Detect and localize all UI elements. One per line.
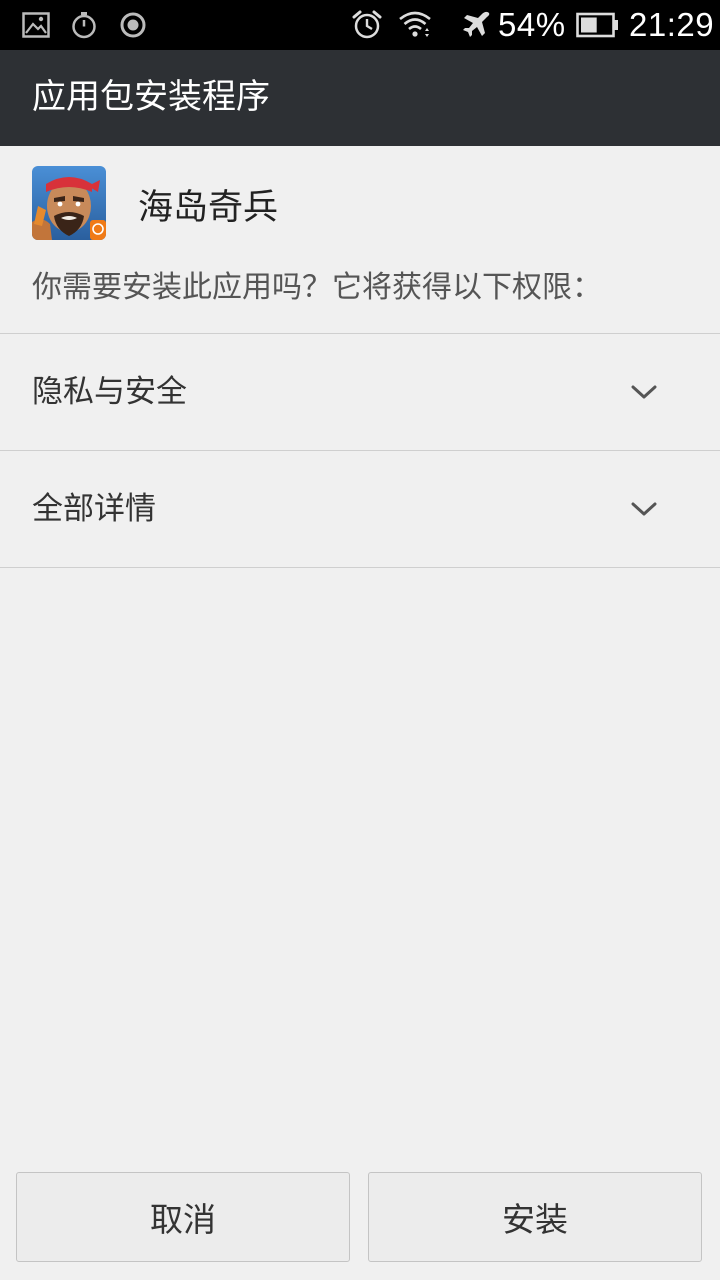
gallery-icon: [22, 11, 50, 39]
record-icon: [119, 11, 147, 39]
install-button[interactable]: 安装: [368, 1172, 702, 1262]
divider: [0, 567, 720, 568]
chevron-down-icon[interactable]: [630, 378, 658, 406]
install-question: 你需要安装此应用吗？它将获得以下权限：: [32, 270, 602, 305]
airplane-icon: [462, 11, 492, 39]
section-label: 全部详情: [32, 491, 156, 527]
section-label: 隐私与安全: [32, 374, 187, 410]
cancel-button[interactable]: 取消: [16, 1172, 350, 1262]
stopwatch-icon: [70, 11, 98, 39]
wifi-icon: [398, 11, 432, 39]
title-bar: 应用包安装程序: [0, 50, 720, 146]
page-title: 应用包安装程序: [32, 77, 270, 117]
clock-time: 21:29: [629, 6, 715, 43]
section-privacy-security[interactable]: 隐私与安全: [0, 334, 720, 450]
app-name: 海岛奇兵: [138, 188, 279, 228]
battery-percent: 54%: [498, 6, 566, 43]
battery-icon: [576, 11, 620, 39]
status-bar: 54% 21:29: [0, 0, 720, 50]
app-header: 海岛奇兵 你需要安装此应用吗？它将获得以下权限：: [0, 146, 720, 333]
alarm-icon: [351, 10, 383, 39]
chevron-down-icon[interactable]: [630, 495, 658, 523]
section-all-details[interactable]: 全部详情: [0, 451, 720, 567]
app-icon: [32, 166, 106, 240]
